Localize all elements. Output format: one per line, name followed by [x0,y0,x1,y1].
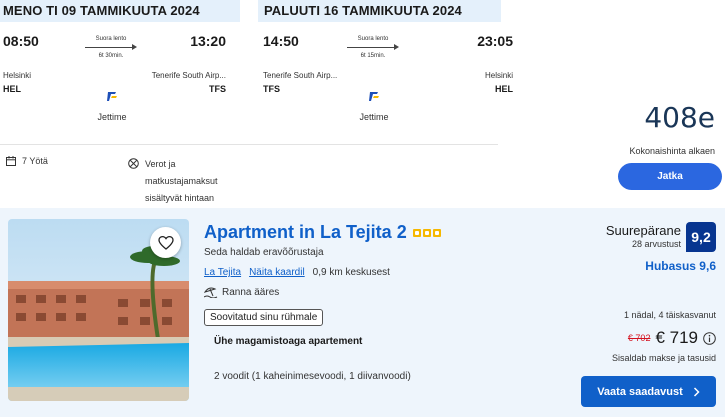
outbound-header: MENO TI 09 TAMMIKUUTA 2024 [0,0,240,22]
favorite-button[interactable] [150,227,181,258]
star-icon [422,228,431,237]
current-price: € 719 [655,328,698,347]
total-price: 408e [644,101,715,134]
return-departure-city: Tenerife South Airp... [263,71,338,80]
distance-from-center: 0,9 km keskusest [312,267,390,278]
return-arrival-time: 23:05 [477,33,513,49]
arrow-right-icon [85,43,137,51]
outbound-arrival-city: Tenerife South Airp... [151,71,226,80]
jettime-logo-icon [369,92,379,101]
continue-button[interactable]: Jatka [618,163,722,190]
outbound-direct-label: Suora lento [95,36,127,42]
heart-icon [157,235,174,250]
return-departure-code: TFS [263,84,280,94]
star-rating [412,228,441,237]
return-duration: 6t 15min. [360,53,386,59]
info-icon[interactable] [703,331,716,345]
outbound-duration: 6t 30min. [98,53,124,59]
outbound-arrival-code: TFS [209,84,226,94]
bed-info: 2 voodit (1 kaheinimesevoodi, 1 diivanvo… [214,371,411,382]
location-link[interactable]: La Tejita [204,267,241,278]
outbound-flight: MENO TI 09 TAMMIKUUTA 2024 08:50 Suora l… [0,0,240,130]
hotel-name-text: Apartment in La Tejita 2 [204,222,407,242]
divider [0,144,498,145]
original-price: € 702 [627,333,651,343]
outbound-departure-code: HEL [3,84,21,94]
hotel-card: Apartment in La Tejita 2 Seda haldab era… [0,208,725,417]
recommended-badge: Soovitatud sinu rühmale [204,309,324,326]
flight-package-card: MENO TI 09 TAMMIKUUTA 2024 08:50 Suora l… [0,0,725,207]
location-row: La Tejita Näita kaardil 0,9 km keskusest [204,267,390,278]
return-departure-time: 14:50 [263,33,299,49]
rating-word: Suurepärane [605,223,681,238]
star-icon [432,228,441,237]
price-tax-note: Sisaldab makse ja tasusid [611,353,716,363]
review-count[interactable]: 28 arvustust [632,239,681,249]
outbound-arrival-time: 13:20 [190,33,226,49]
return-direct-label: Suora lento [357,36,389,42]
hotel-name[interactable]: Apartment in La Tejita 2 [204,222,441,243]
return-segment: Suora lento 6t 15min. [347,36,399,59]
see-availability-label: Vaata saadavust [597,385,683,398]
chevron-right-icon [693,386,700,397]
calendar-icon [6,156,16,166]
arrow-right-icon [347,43,399,51]
outbound-departure-city: Helsinki [3,71,32,80]
return-flight: PALUUTI 16 TAMMIKUUTA 2024 14:50 Suora l… [258,0,513,130]
return-arrival-city: Helsinki [484,71,513,80]
nights-label: 7 Yötä [22,156,48,166]
return-header: PALUUTI 16 TAMMIKUUTA 2024 [258,0,501,22]
comfort-score: Hubasus 9,6 [645,259,716,273]
price-row: € 702 € 719 [628,328,716,348]
jettime-logo-icon [107,92,117,101]
stay-info: 1 nädal, 4 täiskasvanut [623,310,716,320]
outbound-departure-time: 08:50 [3,33,39,49]
taxes-info: Verot ja matkustajamaksut sisältyvät hin… [128,156,238,207]
outbound-segment: Suora lento 6t 30min. [85,36,137,59]
total-price-label: Kokonaishinta alkaen [629,146,715,156]
host-note: Seda haldab eravõõrustaja [204,247,324,258]
star-icon [412,228,421,237]
return-airline: Jettime [359,112,389,122]
room-type: Ühe magamistoaga apartement [214,336,363,347]
show-on-map-link[interactable]: Näita kaardil [249,267,305,278]
no-fee-icon [128,158,139,169]
beach-info: Ranna ääres [204,286,279,298]
see-availability-button[interactable]: Vaata saadavust [581,376,716,407]
nights-info: 7 Yötä [6,156,48,166]
taxes-label: Verot ja matkustajamaksut sisältyvät hin… [145,159,218,203]
return-arrival-code: HEL [495,84,513,94]
beach-umbrella-icon [204,287,218,298]
outbound-airline: Jettime [97,112,127,122]
review-score-badge: 9,2 [686,222,716,252]
beach-label: Ranna ääres [222,286,280,298]
